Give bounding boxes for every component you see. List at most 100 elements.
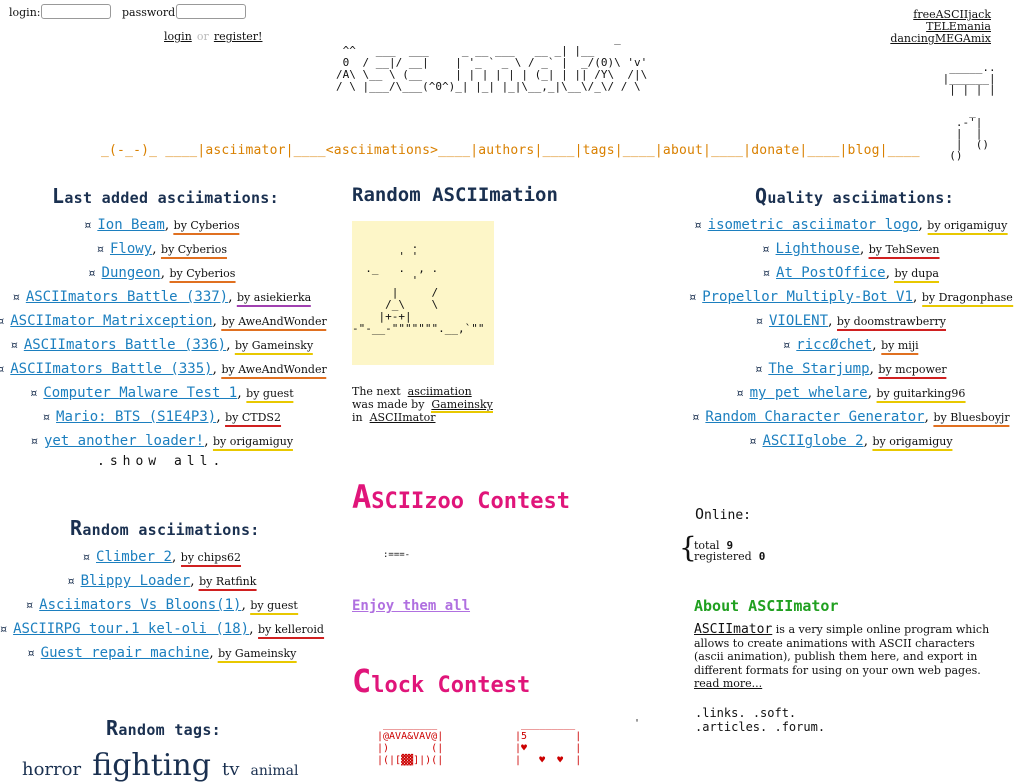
author-link[interactable]: by origamiguy <box>213 435 294 451</box>
bullet-icon: ¤ <box>0 315 5 328</box>
login-link[interactable]: login <box>164 30 192 43</box>
link-dancingmegamix[interactable]: dancingMEGAmix <box>890 32 991 45</box>
asciimation-title-link[interactable]: Asciimators Vs Bloons(1) <box>39 597 241 613</box>
author-link[interactable]: by guitarking96 <box>876 387 966 403</box>
list-item: ¤ riccØchet, by miji <box>783 337 919 355</box>
bullet-icon: ¤ <box>12 291 20 304</box>
login-links: login or register! <box>164 25 262 44</box>
asciimation-title-link[interactable]: ASCIImators Battle (337) <box>26 289 228 305</box>
tag-animal[interactable]: animal <box>251 763 299 779</box>
clock-contest-entry-1[interactable]: _________ |@AVA&VAV@| |) (| |(|[▓▓]|)(| <box>377 719 443 767</box>
asciimation-title-link[interactable]: ASCIIglobe 2 <box>762 433 863 449</box>
asciimation-title-link[interactable]: VIOLENT <box>769 313 828 329</box>
password-input[interactable] <box>176 4 246 19</box>
author-link[interactable]: by kelleroid <box>258 623 324 639</box>
random-asciimation-preview[interactable]: . ' ' ._ . , . ' | / /_\ \ |+-+| -"-__-"… <box>352 221 494 365</box>
bullet-icon: ¤ <box>692 411 700 424</box>
articles-link[interactable]: .articles. <box>695 720 767 734</box>
asciimation-title-link[interactable]: isometric asciimator logo <box>708 217 919 233</box>
author-link[interactable]: by Gameinsky <box>218 647 297 663</box>
asciimation-title-link[interactable]: At PostOffice <box>776 265 886 281</box>
show-all-link[interactable]: .show all. <box>97 454 225 469</box>
clock-contest-entry-2[interactable]: _________ |5 | |♥ | | ♥ ♥ | <box>515 719 581 767</box>
author-link[interactable]: by CTDS2 <box>225 411 281 427</box>
asciimation-title-link[interactable]: ASCIImators Battle (335) <box>10 361 212 377</box>
author-link[interactable]: by Dragonphase <box>921 291 1013 307</box>
asciimation-title-link[interactable]: The Starjump <box>768 361 869 377</box>
links-link[interactable]: .links. <box>695 706 746 720</box>
asciimation-title-link[interactable]: Propellor Multiply-Bot V1 <box>702 289 913 305</box>
author-gameinsky-link[interactable]: Gameinsky <box>431 398 493 413</box>
menu-item-asciimator[interactable]: asciimator| <box>205 143 293 158</box>
asciimation-title-link[interactable]: Dungeon <box>102 265 161 281</box>
author-link[interactable]: by Gameinsky <box>235 339 314 355</box>
asciimation-title-link[interactable]: Climber 2 <box>96 549 172 565</box>
register-link[interactable]: register! <box>214 30 263 43</box>
asciimation-title-link[interactable]: Computer Malware Test 1 <box>43 385 237 401</box>
asciimation-title-link[interactable]: Blippy Loader <box>81 573 191 589</box>
tag-fighting[interactable]: fighting <box>92 748 211 783</box>
menu-item-donate[interactable]: ____|donate| <box>711 143 807 158</box>
soft-link[interactable]: .soft. <box>753 706 796 720</box>
list-item: ¤ ASCIImators Battle (337), by asiekierka <box>12 289 312 307</box>
list-item: ¤ isometric asciimator logo, by origamigu… <box>694 217 1008 235</box>
menu-item-about[interactable]: ____|about| <box>623 143 711 158</box>
asciimation-title-link[interactable]: ASCIIRPG tour.1 kel-oli (18) <box>13 621 249 637</box>
random-asciimations-heading: Random asciimations: <box>70 516 260 540</box>
about-asciimator-link[interactable]: ASCIImator <box>694 622 772 637</box>
asciimation-title-link[interactable]: ASCIImators Battle (336) <box>24 337 226 353</box>
forum-link[interactable]: .forum. <box>774 720 825 734</box>
read-more-link[interactable]: read more... <box>694 677 762 690</box>
author-link[interactable]: by asiekierka <box>237 291 312 307</box>
author-link[interactable]: by Ratfink <box>199 575 257 591</box>
menu-item-blog[interactable]: ____|blog| <box>807 143 887 158</box>
menu-item-tags[interactable]: ____|tags| <box>543 143 623 158</box>
login-input[interactable] <box>41 4 111 19</box>
asciimation-title-link[interactable]: ASCIImator Matrixception <box>10 313 212 329</box>
author-link[interactable]: by guest <box>250 599 298 615</box>
author-link[interactable]: by doomstrawberry <box>836 315 946 331</box>
asciimation-title-link[interactable]: my pet whelare <box>750 385 868 401</box>
list-item: ¤ VIOLENT, by doomstrawberry <box>756 313 946 331</box>
author-link[interactable]: by Bluesboyjr <box>933 411 1010 427</box>
next-asciimation-link[interactable]: asciimation <box>408 385 472 398</box>
tag-tv[interactable]: tv <box>222 759 239 780</box>
enjoy-them-all-link[interactable]: Enjoy them all <box>352 598 470 614</box>
author-link[interactable]: by AweAndWonder <box>221 315 327 331</box>
asciimation-title-link[interactable]: Lighthouse <box>776 241 860 257</box>
bullet-icon: ¤ <box>67 575 75 588</box>
asciimator-link[interactable]: ASCIImator <box>370 411 436 424</box>
asciimation-title-link[interactable]: Ion Beam <box>97 217 164 233</box>
site-logo[interactable]: _ ^^ ___ ___ _ __ ___ __ _| |__ 0 / __|/… <box>336 33 647 93</box>
asciimation-title-link[interactable]: Random Character Generator <box>705 409 924 425</box>
list-item: ¤ ASCIImators Battle (336), by Gameinsky <box>10 337 314 355</box>
author-link[interactable]: by mcpower <box>878 363 947 379</box>
asciimation-title-link[interactable]: riccØchet <box>796 337 872 353</box>
clock-contest-heading[interactable]: Clock Contest <box>352 662 530 700</box>
clock-contest-entry-3[interactable]: ' <box>634 718 640 729</box>
author-link[interactable]: by AweAndWonder <box>221 363 327 379</box>
author-link[interactable]: by Cyberios <box>169 267 236 283</box>
tag-horror[interactable]: horror <box>22 759 81 780</box>
asciizoo-contest-heading[interactable]: ASCIIzoo Contest <box>352 478 570 516</box>
author-link[interactable]: by origamiguy <box>872 435 953 451</box>
bullet-icon: ¤ <box>0 363 5 376</box>
author-link[interactable]: by Cyberios <box>173 219 240 235</box>
bullet-icon: ¤ <box>694 219 702 232</box>
author-link[interactable]: by dupa <box>894 267 939 283</box>
quality-heading: Quality asciimations: <box>755 184 954 208</box>
author-link[interactable]: by Cyberios <box>161 243 228 259</box>
author-link[interactable]: by miji <box>881 339 919 355</box>
asciimation-title-link[interactable]: yet another loader! <box>44 433 204 449</box>
asciimation-title-link[interactable]: Mario: BTS (S1E4P3) <box>56 409 216 425</box>
about-text: ASCIImator is a very simple online progr… <box>694 622 990 690</box>
menu-item-authors[interactable]: ____|authors| <box>438 143 542 158</box>
author-link[interactable]: by TehSeven <box>868 243 940 259</box>
author-link[interactable]: by chips62 <box>180 551 241 567</box>
menu-item-asciimations[interactable]: ____<asciimations> <box>294 143 438 158</box>
asciimation-title-link[interactable]: Guest repair machine <box>41 645 210 661</box>
author-link[interactable]: by origamiguy <box>927 219 1008 235</box>
asciimation-title-link[interactable]: Flowy <box>110 241 152 257</box>
menu-tail: ____ <box>887 143 920 158</box>
author-link[interactable]: by guest <box>246 387 294 403</box>
